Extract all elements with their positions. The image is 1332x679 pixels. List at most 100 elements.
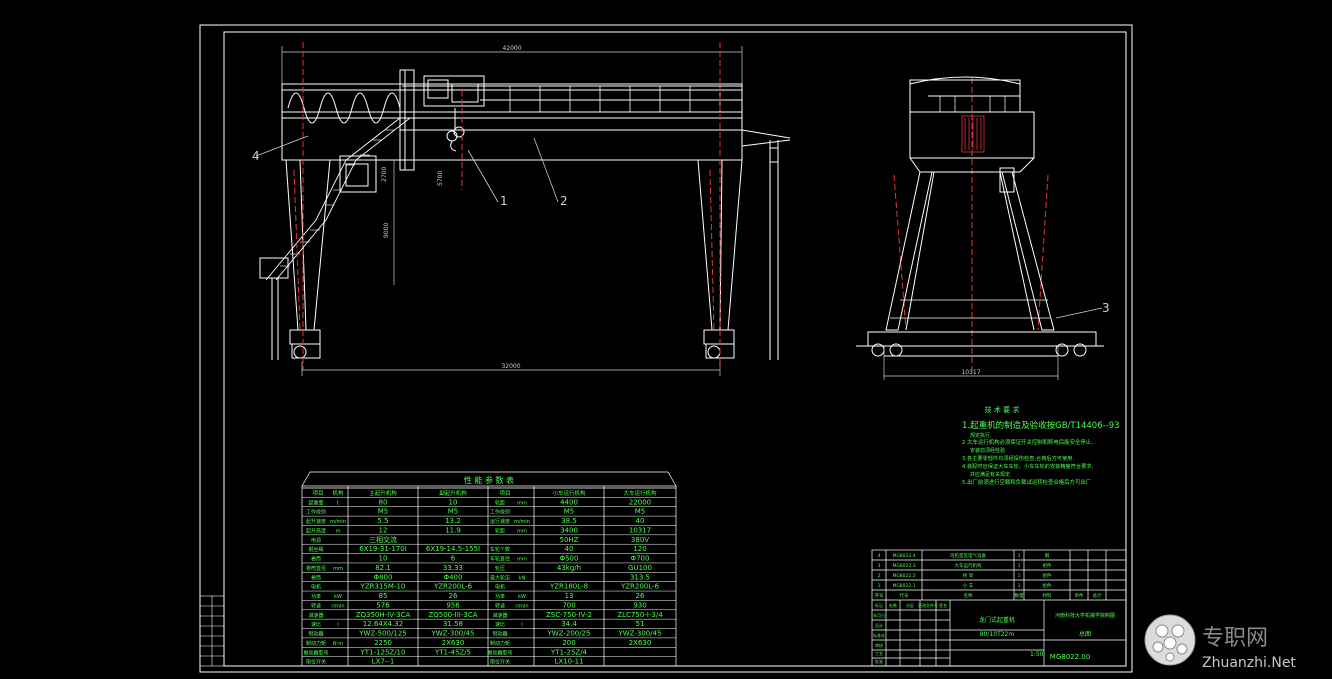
watermark-text-cn: 专职网 bbox=[1202, 626, 1268, 651]
param-header-right: 大车运行机构 bbox=[623, 489, 657, 497]
param-cell-right: 313.5 bbox=[630, 573, 650, 581]
param-cell-right: Φ500 bbox=[560, 555, 579, 563]
param-header-left: 机构 bbox=[332, 489, 344, 497]
tech-item-2: 2.大车运行机构必须保证开关控制和断电后能安全停止, bbox=[962, 438, 1093, 446]
param-cell-right: 43kg/h bbox=[557, 564, 581, 572]
tech-item-0: 1.起重机的制造及验收按GB/T14406--93 bbox=[962, 420, 1120, 431]
param-cell-right: 最大轮压 bbox=[490, 574, 510, 581]
param-cell-left: YZR315M-10 bbox=[360, 583, 406, 591]
param-cell-right: 轮压 bbox=[495, 565, 505, 572]
param-cell-right: 电机 bbox=[495, 584, 505, 591]
parts-cell: MG8022.3 bbox=[892, 563, 915, 569]
param-cell-right: 3400 bbox=[560, 526, 578, 534]
parts-cell: MG8022.1 bbox=[892, 583, 915, 589]
param-cell-left: 工作级别 bbox=[306, 509, 326, 516]
param-cell-right: 运行速度 bbox=[490, 518, 510, 525]
parts-cell: 2 bbox=[878, 573, 881, 579]
parts-cell: 4 bbox=[878, 553, 881, 559]
param-cell-right: 380V bbox=[631, 536, 649, 544]
parts-header-cell: 单件 bbox=[1075, 592, 1084, 599]
dim-left-text: 9000 bbox=[383, 223, 390, 238]
param-header-left: 副起升机构 bbox=[439, 489, 467, 497]
param-cell-left: 钢丝绳 bbox=[308, 546, 323, 553]
front-view: 42000 32000 9000 5700 2700 bbox=[259, 45, 791, 376]
param-cell-left: 6 bbox=[451, 555, 456, 563]
param-cell-right: 制动力矩 bbox=[490, 640, 510, 647]
param-cell-left: 卷筒 bbox=[311, 574, 321, 581]
param-cell-left: YT1-125Z/10 bbox=[360, 648, 406, 656]
dim-top-text: 42000 bbox=[502, 45, 521, 52]
title-block-label: 标准化 bbox=[873, 632, 885, 638]
param-header-right: 项目 bbox=[499, 490, 510, 497]
param-cell-left: N·m bbox=[333, 641, 343, 647]
side-dim-text: 10317 bbox=[961, 369, 980, 376]
watermark-logo: 专职网 Zhuanzhi.Net bbox=[1144, 614, 1296, 671]
param-cell-right: 推动器型号 bbox=[487, 649, 512, 656]
cad-drawing: 42000 32000 9000 5700 2700 4 1 2 10317 3… bbox=[199, 24, 1133, 673]
parts-cell: 1 bbox=[878, 583, 881, 589]
tb-scale: 1:50 bbox=[1030, 651, 1044, 658]
param-cell-left: 制动器 bbox=[308, 631, 323, 638]
param-cell-right: 轮距 bbox=[495, 527, 505, 534]
parts-cell: 组件 bbox=[1043, 582, 1052, 589]
title-block-label: 签名 bbox=[939, 602, 947, 608]
param-cell-right: 减速器 bbox=[492, 612, 507, 619]
parts-cell: 大车运行机构 bbox=[955, 562, 982, 569]
param-table-title: 性 能 参 数 表 bbox=[464, 475, 514, 485]
param-cell-right: 车轮个数 bbox=[490, 546, 510, 553]
param-cell-left: 推动器型号 bbox=[303, 649, 328, 656]
param-cell-right: i bbox=[521, 622, 522, 628]
leaders-front: 4 1 2 bbox=[252, 135, 568, 208]
title-block-label: 年月日 bbox=[873, 612, 885, 618]
param-cell-left: 2250 bbox=[374, 639, 392, 647]
param-cell-right: M5 bbox=[564, 508, 575, 516]
param-cell-right: LX10-11 bbox=[554, 658, 583, 666]
dim-cab-text: 2700 bbox=[381, 167, 388, 182]
param-cell-left: 起重量 bbox=[308, 499, 323, 506]
param-cell-left: 三相交流 bbox=[369, 535, 397, 544]
parts-header-cell: 代号 bbox=[900, 592, 909, 599]
param-cell-right: 50HZ bbox=[560, 536, 579, 544]
param-cell-left: YZR200L-6 bbox=[433, 583, 473, 591]
outer-frame bbox=[199, 24, 1133, 673]
param-cell-right: mm bbox=[517, 557, 527, 563]
parts-cell: 1 bbox=[1018, 563, 1021, 569]
inner-frame bbox=[223, 31, 1127, 667]
param-cell-right: r/min bbox=[515, 603, 528, 609]
param-header-left: 主起升机构 bbox=[369, 489, 397, 497]
param-cell-left: 起升高度 bbox=[306, 527, 326, 534]
side-hatch bbox=[961, 115, 985, 153]
param-cell-right: kW bbox=[518, 594, 526, 600]
param-cell-left: 6X19-14.5-155I bbox=[426, 545, 480, 553]
param-cell-left: 13.2 bbox=[445, 517, 461, 525]
param-cell-right: ZLC750-I-3/4 bbox=[617, 611, 663, 619]
param-cell-left: M5 bbox=[378, 508, 389, 516]
title-block-text: 龙门式起重机 80/10T22m 河南科技大学机械学院制图 总图 MG8022.… bbox=[979, 612, 1115, 661]
title-block-label: 处数 bbox=[889, 602, 897, 608]
callout-3: 3 bbox=[1102, 301, 1110, 315]
param-cell-right: YZR200L-6 bbox=[620, 583, 660, 591]
param-cell-left: 82.1 bbox=[375, 564, 391, 572]
tech-requirements: 技 术 要 求 1.起重机的制造及验收按GB/T14406--93 规定执行. … bbox=[962, 405, 1120, 486]
tech-item-3: 安装前须经检验. bbox=[970, 447, 1007, 454]
param-cell-right: YWZ-200/25 bbox=[546, 630, 590, 638]
parts-cell: 司机室及电气设备 bbox=[950, 552, 986, 559]
param-cell-left: M5 bbox=[448, 508, 459, 516]
param-cell-right: kN bbox=[519, 575, 526, 581]
param-cell-left: ZQ500-III-3CA bbox=[428, 611, 477, 619]
param-cell-right: GU100 bbox=[628, 564, 652, 572]
parts-cell: 小 车 bbox=[963, 582, 974, 589]
param-cell-right: 40 bbox=[636, 517, 645, 525]
param-cell-right: M5 bbox=[635, 508, 646, 516]
param-cell-left: 5.5 bbox=[377, 517, 388, 525]
dim-bottom-text: 32000 bbox=[501, 363, 520, 370]
parts-header-cell: 总计 bbox=[1093, 592, 1102, 599]
param-cell-right: 制动器 bbox=[492, 631, 507, 638]
param-cell-left: LX7--1 bbox=[372, 658, 395, 666]
parts-cell: 1 bbox=[1018, 583, 1021, 589]
tb-model: 80/10T22m bbox=[980, 631, 1015, 638]
param-cell-right: YT1-25Z/4 bbox=[550, 648, 588, 656]
tb-drawing-no: MG8022.00 bbox=[1050, 653, 1090, 661]
param-cell-left: r/min bbox=[331, 603, 344, 609]
param-cell-right: 26 bbox=[636, 592, 645, 600]
